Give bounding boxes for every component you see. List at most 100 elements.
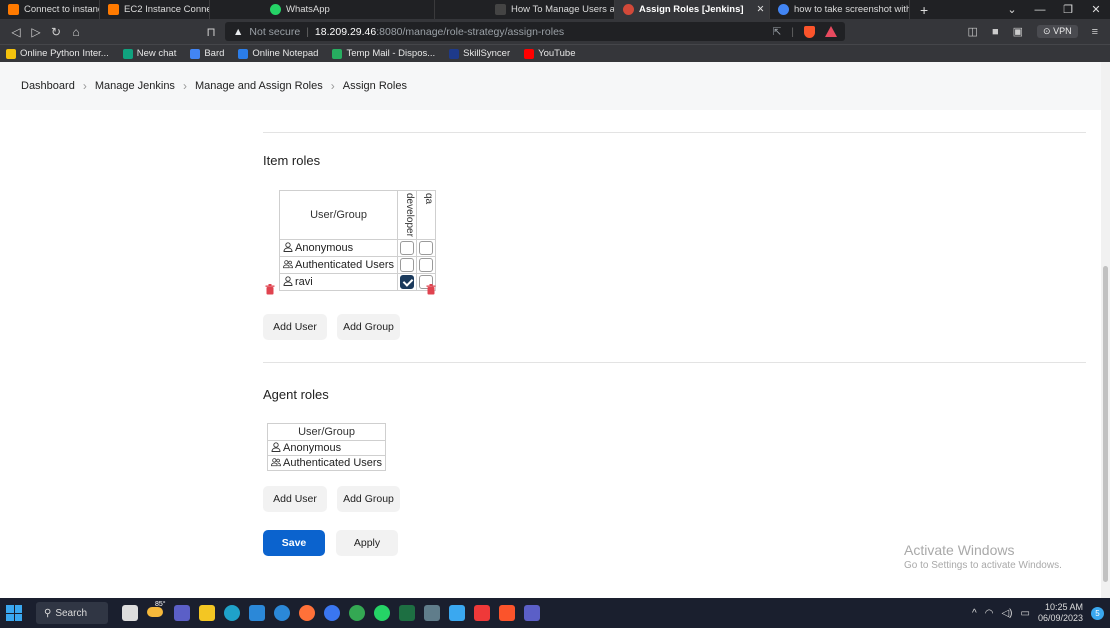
windows-start-icon[interactable]	[6, 605, 22, 621]
clock[interactable]: 10:25 AM 06/09/2023	[1038, 602, 1083, 624]
taskbar-search[interactable]: ⚲ Search	[36, 602, 108, 624]
apply-button[interactable]: Apply	[336, 530, 398, 556]
developer-checkbox[interactable]	[400, 257, 415, 272]
meet-icon[interactable]	[174, 605, 190, 621]
divider	[263, 362, 1086, 363]
firefox-icon[interactable]	[299, 605, 315, 621]
agent-roles-table: User/Group Anonymous Authenticated Users	[266, 423, 387, 471]
agent-add-user-button[interactable]: Add User	[263, 486, 327, 512]
calculator-icon[interactable]	[424, 605, 440, 621]
item-roles-heading: Item roles	[263, 153, 321, 168]
menu-icon[interactable]: ≡	[1092, 26, 1098, 38]
forward-icon[interactable]: ▷	[26, 25, 46, 39]
tab-ec2-connect[interactable]: Connect to instance | EC2 | us-east	[0, 0, 100, 19]
vivaldi-icon[interactable]	[474, 605, 490, 621]
bookmark-item[interactable]: New chat	[122, 48, 176, 59]
signal-icon[interactable]	[324, 605, 340, 621]
user-icon	[271, 442, 281, 452]
minimize-icon[interactable]: —	[1026, 0, 1054, 19]
tab-how-to-manage-users[interactable]: How To Manage Users and Roles ir	[435, 0, 615, 19]
qa-checkbox[interactable]	[419, 257, 434, 272]
bookmark-item[interactable]: SkillSyncer	[449, 48, 510, 59]
scrollbar-thumb[interactable]	[1103, 266, 1108, 582]
address-bar[interactable]: ▲ Not secure | 18.209.29.46:8080/manage/…	[225, 22, 845, 41]
chrome-icon[interactable]	[349, 605, 365, 621]
back-icon[interactable]: ◁	[6, 25, 26, 39]
qa-checkbox[interactable]	[419, 240, 434, 255]
network-icon[interactable]	[449, 605, 465, 621]
user-cell: ravi	[278, 272, 399, 291]
wifi-icon[interactable]: ◠	[985, 608, 994, 619]
table-row: Anonymous	[266, 440, 387, 456]
breadcrumb-dashboard[interactable]: Dashboard	[21, 80, 75, 92]
breadcrumb-manage-jenkins[interactable]: Manage Jenkins	[95, 80, 175, 92]
close-tab-icon[interactable]: ✕	[749, 4, 765, 15]
bookmark-item[interactable]: Temp Mail - Dispos...	[332, 48, 435, 59]
agent-roles-heading: Agent roles	[263, 387, 329, 402]
table-row: ravi	[278, 272, 437, 291]
breadcrumb-manage-roles[interactable]: Manage and Assign Roles	[195, 80, 323, 92]
user-cell: Anonymous	[266, 440, 387, 456]
tab-search-icon[interactable]: ⌄	[998, 0, 1026, 19]
item-add-group-button[interactable]: Add Group	[337, 314, 400, 340]
ie-icon[interactable]	[274, 605, 290, 621]
bookmark-item[interactable]: YouTube	[524, 48, 575, 59]
browser-tab-bar: Connect to instance | EC2 | us-east EC2 …	[0, 0, 1110, 19]
weather-widget[interactable]: 85°	[147, 601, 166, 621]
delete-row-icon[interactable]	[426, 284, 436, 295]
whatsapp-icon[interactable]	[374, 605, 390, 621]
tab-screenshot-search[interactable]: how to take screenshot with crop	[770, 0, 910, 19]
new-tab-icon[interactable]: +	[910, 0, 938, 19]
system-tray: ^ ◠ ◁) ▭ 10:25 AM 06/09/2023 5	[972, 602, 1110, 624]
warning-icon: ▲	[233, 25, 244, 38]
bookmark-icon[interactable]: ⊓	[201, 25, 221, 39]
tab-whatsapp[interactable]: WhatsApp	[210, 0, 435, 19]
python-icon	[6, 48, 16, 59]
home-icon[interactable]: ⌂	[66, 25, 86, 39]
search-label: Search	[55, 607, 88, 619]
bookmark-item[interactable]: Online Python Inter...	[6, 48, 109, 59]
brave-rewards-icon[interactable]	[825, 26, 837, 37]
tab-ec2-instance-connect[interactable]: EC2 Instance Connect	[100, 0, 210, 19]
share-icon[interactable]: ⇱	[772, 26, 781, 38]
user-icon	[283, 276, 293, 286]
bookmark-label: YouTube	[538, 48, 576, 59]
teams-icon[interactable]	[524, 605, 540, 621]
developer-checkbox[interactable]	[400, 240, 415, 255]
user-name: ravi	[295, 275, 313, 288]
edge-icon[interactable]	[224, 605, 240, 621]
skillsyncer-icon	[449, 48, 460, 59]
tab-title: EC2 Instance Connect	[124, 4, 210, 15]
group-icon	[283, 260, 293, 269]
file-explorer-icon[interactable]	[199, 605, 215, 621]
save-button[interactable]: Save	[263, 530, 325, 556]
bookmark-item[interactable]: Online Notepad	[238, 48, 318, 59]
tab-assign-roles[interactable]: Assign Roles [Jenkins] ✕	[615, 0, 770, 19]
chevron-up-icon[interactable]: ^	[972, 608, 977, 619]
volume-icon[interactable]: ◁)	[1001, 608, 1012, 619]
brave-shield-icon[interactable]	[804, 25, 815, 38]
battery-icon[interactable]: ▭	[1021, 608, 1030, 619]
tab-title: Connect to instance | EC2 | us-east	[24, 4, 99, 15]
wallet-icon[interactable]: ▣	[1013, 25, 1023, 38]
brave-icon[interactable]	[499, 605, 515, 621]
excel-icon[interactable]	[399, 605, 415, 621]
developer-checkbox[interactable]	[400, 274, 415, 289]
agent-add-group-button[interactable]: Add Group	[337, 486, 400, 512]
delete-row-icon[interactable]	[265, 284, 275, 295]
maximize-icon[interactable]: ❐	[1054, 0, 1082, 19]
extensions-icon[interactable]: ■	[992, 26, 999, 38]
store-icon[interactable]	[249, 605, 265, 621]
checkbox-cell	[416, 255, 437, 274]
task-view-icon[interactable]	[122, 605, 138, 621]
notification-badge[interactable]: 5	[1091, 606, 1104, 620]
item-add-user-button[interactable]: Add User	[263, 314, 327, 340]
reload-icon[interactable]: ↻	[46, 25, 66, 39]
breadcrumb-assign-roles[interactable]: Assign Roles	[343, 80, 407, 92]
bookmark-item[interactable]: Bard	[190, 48, 224, 59]
watermark-subtitle: Go to Settings to activate Windows.	[904, 560, 1062, 571]
close-window-icon[interactable]: ✕	[1082, 0, 1110, 19]
vpn-button[interactable]: ⊙ VPN	[1037, 25, 1078, 38]
sidebar-icon[interactable]: ◫	[968, 25, 978, 38]
jenkins-page: Dashboard › Manage Jenkins › Manage and As…	[0, 62, 1110, 598]
